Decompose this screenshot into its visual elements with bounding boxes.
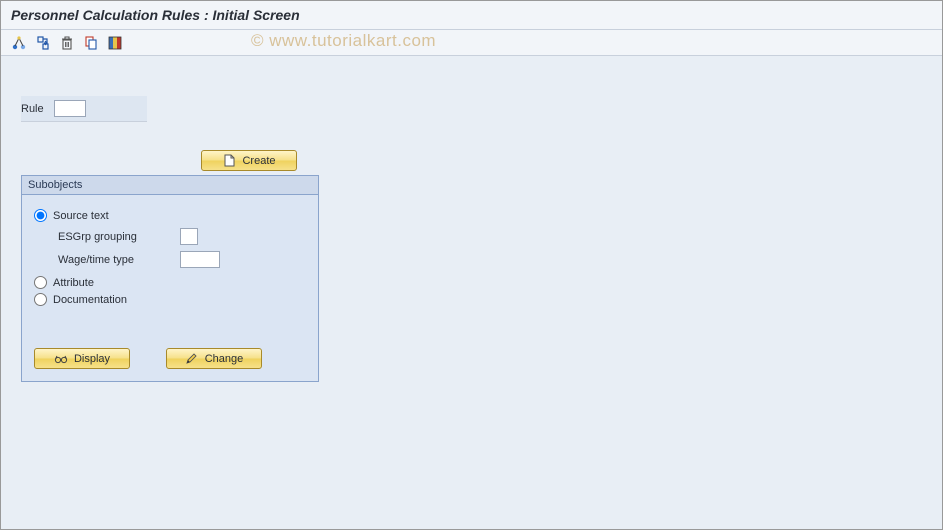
change-button-label: Change (205, 353, 244, 365)
wage-label: Wage/time type (58, 254, 174, 266)
subobjects-title: Subobjects (22, 176, 318, 195)
reference-icon[interactable] (33, 33, 53, 53)
radio-documentation[interactable]: Documentation (34, 293, 306, 306)
radio-documentation-input[interactable] (34, 293, 47, 306)
glasses-icon (54, 352, 68, 366)
document-new-icon (222, 154, 236, 168)
radio-source-text[interactable]: Source text (34, 209, 306, 222)
esg-input[interactable] (180, 228, 198, 245)
radio-source-text-label: Source text (53, 210, 109, 222)
main-content: Rule Create Subobjects Source text ESGrp… (1, 56, 942, 382)
subobjects-group: Subobjects Source text ESGrp grouping Wa… (21, 175, 319, 382)
hierarchy-icon[interactable] (9, 33, 29, 53)
radio-documentation-label: Documentation (53, 294, 127, 306)
rule-label: Rule (21, 103, 44, 115)
wage-input[interactable] (180, 251, 220, 268)
layout-icon[interactable] (105, 33, 125, 53)
rule-input[interactable] (54, 100, 86, 117)
radio-attribute[interactable]: Attribute (34, 276, 306, 289)
radio-attribute-input[interactable] (34, 276, 47, 289)
create-button[interactable]: Create (201, 150, 297, 171)
app-toolbar (1, 30, 942, 56)
esg-label: ESGrp grouping (58, 231, 174, 243)
radio-source-text-input[interactable] (34, 209, 47, 222)
rule-field-row: Rule (21, 96, 147, 122)
display-button-label: Display (74, 353, 110, 365)
radio-attribute-label: Attribute (53, 277, 94, 289)
page-title: Personnel Calculation Rules : Initial Sc… (1, 1, 942, 30)
esg-field: ESGrp grouping (58, 228, 306, 245)
change-button[interactable]: Change (166, 348, 262, 369)
copy-icon[interactable] (81, 33, 101, 53)
delete-icon[interactable] (57, 33, 77, 53)
wage-field: Wage/time type (58, 251, 306, 268)
display-button[interactable]: Display (34, 348, 130, 369)
pencil-icon (185, 352, 199, 366)
create-button-label: Create (242, 155, 275, 167)
